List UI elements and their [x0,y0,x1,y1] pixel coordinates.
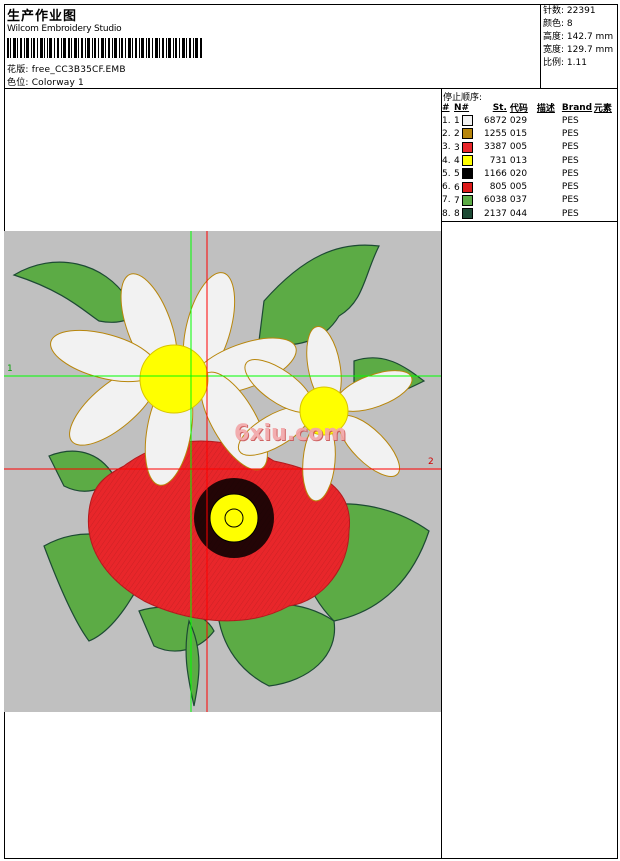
design-file-name: 花版: free_CC3B35CF.EMB [7,65,126,75]
thread-number: 7 [454,194,484,207]
thread-code: 015 [509,128,528,139]
row-index: 6. [442,182,451,193]
description-cell [537,154,562,167]
element-cell [594,114,618,127]
color-swatch [461,141,473,153]
thread-number: 4 [454,154,484,167]
row-index: 4. [442,155,451,166]
thread-code: 005 [509,142,528,153]
description-cell [537,167,562,180]
element-cell [594,167,618,180]
description-cell [537,194,562,207]
thread-number: 1 [454,114,484,127]
stitch-count-cell: 731 [489,155,507,166]
color-table: # N# St. 代码 描述 Brand 元素 1. 1 6872 029 PES 2. 2… [442,101,618,220]
color-swatch [461,168,473,180]
color-count: 颜色: 8 [543,19,573,29]
table-divider [441,221,618,222]
stitch-count: 针数: 22391 [543,6,596,16]
barcode [7,38,202,58]
stitch-count-cell: 805 [489,182,507,193]
thread-number: 3 [454,141,484,154]
colorway-name: 色位: Colorway 1 [7,78,84,88]
row-index: 7. [442,195,451,206]
watermark: 6xiu.com [234,421,347,446]
header-divider [4,88,618,89]
color-swatch [461,208,473,220]
brand-cell: PES [561,142,579,153]
thread-code: 029 [509,115,528,126]
software-name: Wilcom Embroidery Studio [7,24,122,34]
description-cell [537,207,562,220]
color-row: 6. 6 805 005 PES [442,180,618,193]
element-cell [594,154,618,167]
row-index: 8. [442,208,451,219]
thread-number: 6 [454,180,484,193]
thread-number: 5 [454,167,484,180]
color-swatch [461,155,473,167]
color-row: 3. 3 3387 005 PES [442,141,618,154]
stitch-count-cell: 1255 [484,128,507,139]
stitch-count-cell: 6872 [484,115,507,126]
description-cell [537,180,562,193]
brand-cell: PES [561,128,579,139]
color-row: 7. 7 6038 037 PES [442,194,618,207]
stitch-count-cell: 1166 [484,168,507,179]
color-row: 8. 8 2137 044 PES [442,207,618,220]
element-cell [594,127,618,140]
description-cell [537,114,562,127]
description-cell [537,127,562,140]
thread-code: 044 [509,208,528,219]
brand-cell: PES [561,195,579,206]
design-scale: 比例: 1.11 [543,58,587,68]
row-index: 5. [442,168,451,179]
color-swatch [461,194,473,206]
color-swatch [461,128,473,140]
row-index: 1. [442,115,451,126]
brand-cell: PES [561,168,579,179]
thread-code: 013 [509,155,528,166]
stats-divider [540,4,541,88]
stitch-count-cell: 2137 [484,208,507,219]
guide-label-1: 1 [7,364,13,374]
design-stats: 针数: 22391 颜色: 8 高度: 142.7 mm 宽度: 129.7 m… [543,5,613,70]
element-cell [594,194,618,207]
embroidery-design [4,231,441,712]
thread-code: 005 [509,182,528,193]
thread-code: 020 [509,168,528,179]
color-table-header: # N# St. 代码 描述 Brand 元素 [442,102,612,115]
stitch-count-cell: 6038 [484,195,507,206]
row-index: 2. [442,128,451,139]
page-title: 生产作业图 [7,9,78,24]
color-row: 5. 5 1166 020 PES [442,167,618,180]
brand-cell: PES [561,208,579,219]
color-swatch [461,181,473,193]
element-cell [594,207,618,220]
element-cell [594,141,618,154]
description-cell [537,141,562,154]
design-height: 高度: 142.7 mm [543,32,614,42]
row-index: 3. [442,142,451,153]
brand-cell: PES [561,155,579,166]
brand-cell: PES [561,182,579,193]
brand-cell: PES [561,115,579,126]
thread-number: 2 [454,127,484,140]
element-cell [594,180,618,193]
color-swatch [461,115,473,127]
color-row: 2. 2 1255 015 PES [442,127,618,140]
color-row: 1. 1 6872 029 PES [442,114,618,127]
guide-label-2: 2 [428,457,434,467]
embroidery-preview: 1 2 [4,231,441,712]
thread-number: 8 [454,207,484,220]
stitch-count-cell: 3387 [484,142,507,153]
design-width: 宽度: 129.7 mm [543,45,614,55]
thread-code: 037 [509,195,528,206]
color-row: 4. 4 731 013 PES [442,154,618,167]
